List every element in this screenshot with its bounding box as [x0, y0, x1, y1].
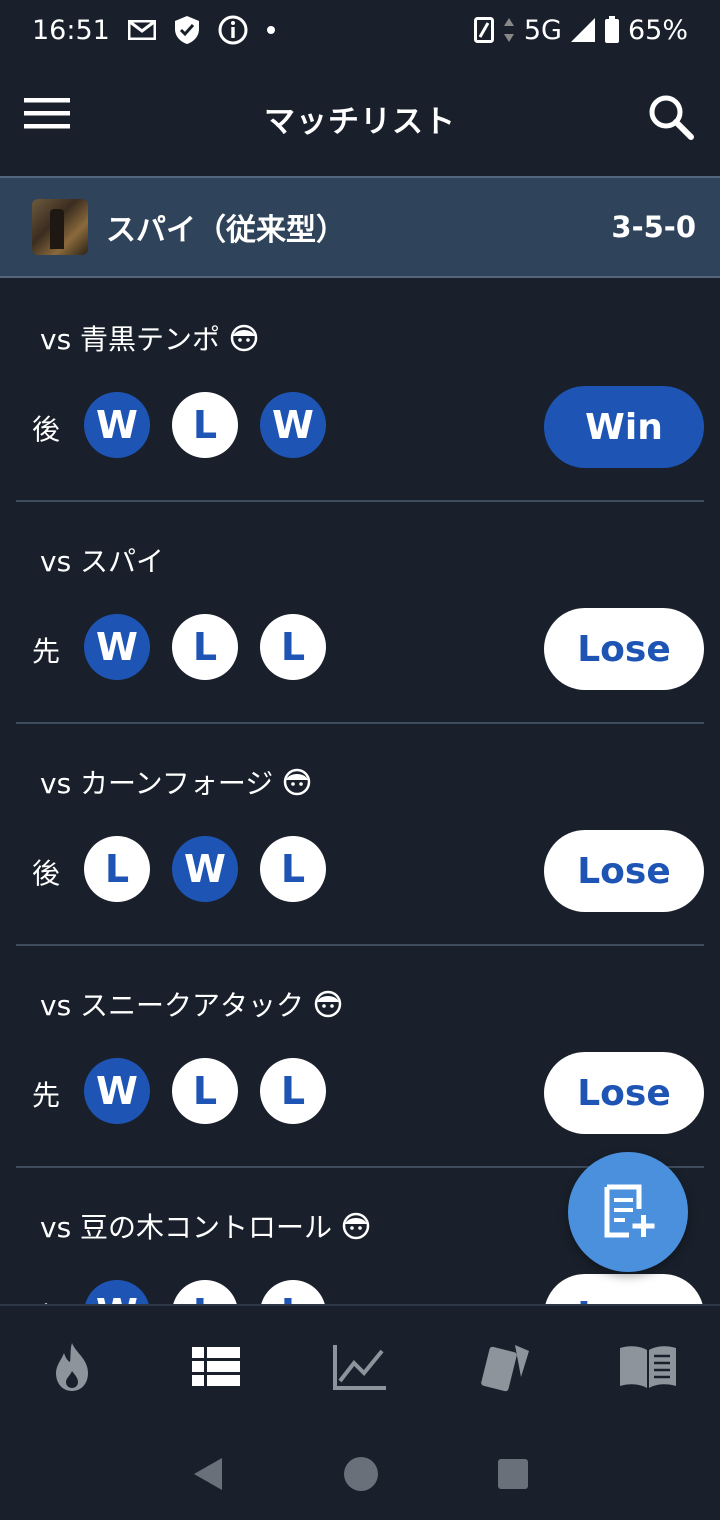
- match-row[interactable]: vs スパイ 先 W L L Lose: [16, 502, 704, 724]
- bottom-navigation: [0, 1304, 720, 1428]
- match-list[interactable]: vs 青黒テンポ 後 W L W Win vs スパイ 先 W L L Lose…: [0, 280, 720, 1304]
- opponent: vs スニークアタック: [40, 984, 342, 1024]
- signal-icon: [570, 17, 596, 43]
- nav-chart[interactable]: [288, 1306, 432, 1428]
- game-results: W L L: [84, 1280, 326, 1304]
- nav-fire[interactable]: [0, 1306, 144, 1428]
- match-result-button[interactable]: Lose: [544, 1052, 704, 1134]
- nav-book[interactable]: [576, 1306, 720, 1428]
- chart-icon: [333, 1345, 386, 1390]
- network-type: 5G: [523, 14, 562, 46]
- nav-cards[interactable]: [432, 1306, 576, 1428]
- opponent: vs カーンフォージ: [40, 762, 311, 802]
- game-result-badge[interactable]: W: [260, 392, 326, 458]
- turn-order: 先: [32, 1079, 61, 1112]
- opponent-name: vs 豆の木コントロール: [40, 1211, 333, 1244]
- game-result-badge[interactable]: W: [84, 1280, 150, 1304]
- deck-record: 3-5-0: [611, 210, 696, 244]
- game-result-badge[interactable]: W: [84, 614, 150, 680]
- game-result-badge[interactable]: L: [172, 1058, 238, 1124]
- list-icon: [192, 1347, 240, 1386]
- game-result-badge[interactable]: L: [260, 1058, 326, 1124]
- turn-order: 先: [32, 635, 61, 668]
- game-results: W L L: [84, 614, 326, 680]
- opponent-name: vs 青黒テンポ: [40, 323, 221, 356]
- face-icon: [230, 324, 258, 352]
- app-bar: マッチリスト: [0, 62, 720, 174]
- game-result-badge[interactable]: L: [260, 614, 326, 680]
- page-title: マッチリスト: [264, 103, 456, 140]
- game-result-badge[interactable]: L: [172, 614, 238, 680]
- deck-header[interactable]: スパイ（従来型） 3-5-0: [0, 176, 720, 278]
- nav-list[interactable]: [144, 1306, 288, 1428]
- turn-order: 後: [32, 857, 61, 890]
- data-arrows-icon: [502, 17, 516, 43]
- match-result-button[interactable]: Lose: [544, 830, 704, 912]
- opponent-name: vs スパイ: [40, 545, 165, 578]
- face-icon: [314, 990, 342, 1018]
- search-icon[interactable]: [646, 92, 696, 142]
- opponent-name: vs スニークアタック: [40, 989, 305, 1022]
- game-results: L W L: [84, 836, 326, 902]
- add-match-button[interactable]: [568, 1152, 688, 1272]
- deck-name: スパイ（従来型）: [106, 213, 346, 248]
- info-icon: [218, 15, 248, 45]
- home-icon[interactable]: [343, 1456, 379, 1492]
- mail-icon: [127, 20, 156, 40]
- deck-thumbnail: [32, 199, 88, 255]
- match-row[interactable]: vs カーンフォージ 後 L W L Lose: [16, 724, 704, 946]
- match-row[interactable]: vs スニークアタック 先 W L L Lose: [16, 946, 704, 1168]
- match-result-button[interactable]: Lose: [544, 1274, 704, 1304]
- game-result-badge[interactable]: W: [84, 392, 150, 458]
- battery-percent: 65%: [627, 14, 688, 46]
- status-time: 16:51: [32, 14, 110, 46]
- turn-order: 後: [32, 413, 61, 446]
- game-result-badge[interactable]: W: [172, 836, 238, 902]
- status-bar: 16:51 5G 65%: [0, 0, 720, 60]
- add-note-icon: [604, 1184, 655, 1238]
- game-result-badge[interactable]: L: [84, 836, 150, 902]
- face-icon: [342, 1212, 370, 1240]
- book-icon: [620, 1346, 676, 1388]
- opponent-name: vs カーンフォージ: [40, 767, 274, 800]
- turn-order: 先: [32, 1296, 60, 1304]
- battery-icon: [604, 16, 620, 44]
- back-icon[interactable]: [191, 1456, 225, 1492]
- game-result-badge[interactable]: L: [172, 1280, 238, 1304]
- recents-icon[interactable]: [497, 1458, 529, 1490]
- game-result-badge[interactable]: W: [84, 1058, 150, 1124]
- opponent: vs 豆の木コントロール: [40, 1206, 370, 1246]
- cards-icon: [481, 1345, 529, 1392]
- match-row[interactable]: vs 青黒テンポ 後 W L W Win: [16, 280, 704, 502]
- game-result-badge[interactable]: L: [172, 392, 238, 458]
- hamburger-menu-icon[interactable]: [24, 94, 72, 134]
- match-result-button[interactable]: Win: [544, 386, 704, 468]
- game-results: W L L: [84, 1058, 326, 1124]
- game-results: W L W: [84, 392, 326, 458]
- fire-icon: [56, 1343, 88, 1391]
- match-result-button[interactable]: Lose: [544, 608, 704, 690]
- face-icon: [283, 768, 311, 796]
- dot-icon: [266, 25, 276, 35]
- nfc-icon: [473, 17, 494, 43]
- game-result-badge[interactable]: L: [260, 836, 326, 902]
- system-navigation: [0, 1428, 720, 1520]
- shield-icon: [174, 15, 200, 45]
- opponent: vs 青黒テンポ: [40, 318, 258, 358]
- opponent: vs スパイ: [40, 540, 164, 580]
- game-result-badge[interactable]: L: [260, 1280, 326, 1304]
